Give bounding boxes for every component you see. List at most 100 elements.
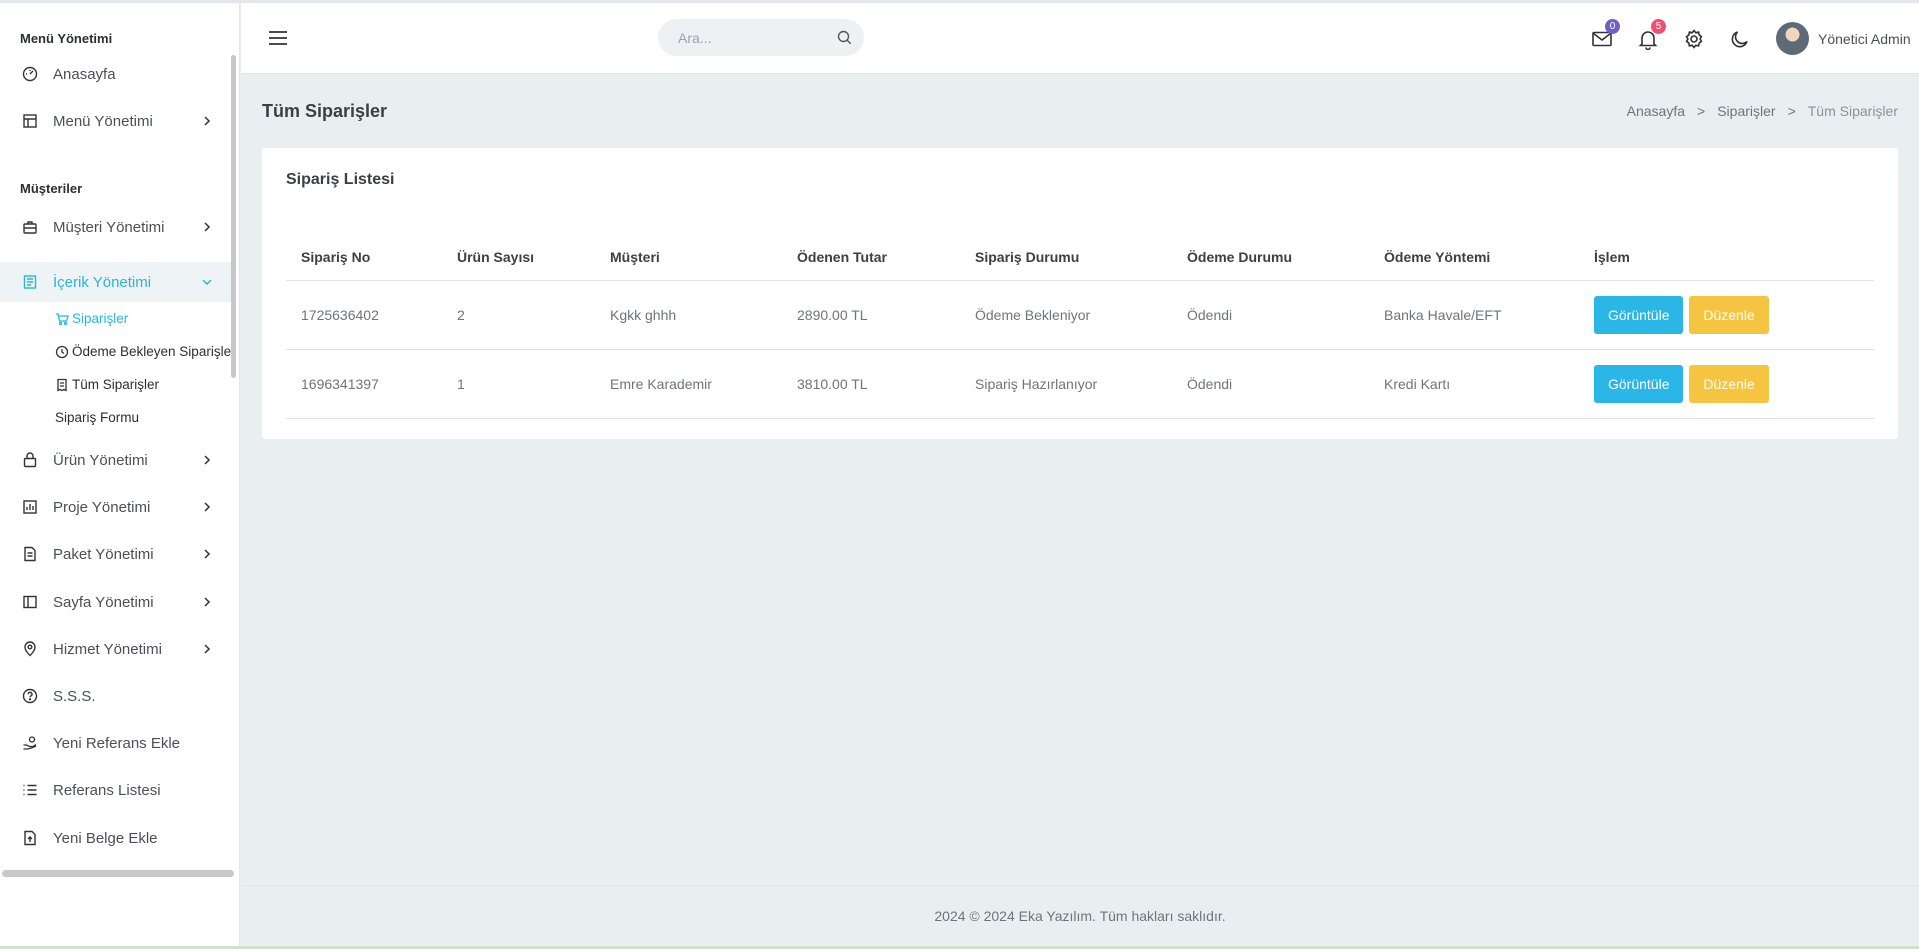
breadcrumb-separator: > [1787, 103, 1796, 119]
clock-icon [55, 345, 69, 359]
notification-badge: 5 [1651, 19, 1666, 34]
chevron-right-icon [204, 549, 211, 559]
sidebar-item-label: Hizmet Yönetimi [53, 640, 162, 658]
sidebar: Menü Yönetimi Anasayfa Menü Yönetimi Müş… [0, 3, 240, 949]
chevron-right-icon [204, 455, 211, 465]
chevron-right-icon [204, 502, 211, 512]
sidebar-item-label: Yeni Referans Ekle [53, 734, 181, 752]
sidebar-subitem-siparis-formu[interactable]: Sipariş Formu [55, 410, 139, 425]
layout-icon [22, 113, 38, 129]
briefcase-icon [22, 219, 38, 235]
cell-order-no: 1696341397 [286, 349, 442, 419]
column-header-payment-method: Ödeme Yöntemi [1369, 235, 1579, 281]
avatar[interactable] [1776, 22, 1809, 55]
edit-button[interactable]: Düzenle [1689, 295, 1769, 334]
sidebar-layout-icon [22, 594, 38, 610]
sidebar-item-label: Anasayfa [53, 65, 116, 83]
column-header-action: İşlem [1579, 235, 1874, 281]
settings-button[interactable] [1683, 28, 1705, 50]
sidebar-horizontal-scrollbar[interactable] [2, 870, 234, 877]
footer: 2024 © 2024 Eka Yazılım. Tüm hakları sak… [241, 885, 1919, 946]
hand-coins-icon [22, 735, 38, 751]
mail-button[interactable]: 0 [1591, 19, 1620, 50]
sidebar-item-yeni-belge-ekle[interactable]: Yeni Belge Ekle [0, 818, 234, 858]
cell-payment-status: Ödendi [1172, 280, 1369, 350]
dark-mode-toggle[interactable] [1729, 28, 1751, 50]
sidebar-item-proje-yonetimi[interactable]: Proje Yönetimi [0, 487, 234, 527]
search-icon[interactable] [837, 30, 852, 45]
sidebar-item-hizmet-yonetimi[interactable]: Hizmet Yönetimi [0, 629, 234, 669]
dashboard-icon [22, 66, 38, 82]
edit-button[interactable]: Düzenle [1689, 364, 1769, 403]
chevron-right-icon [204, 222, 211, 232]
search-box [658, 19, 864, 56]
sidebar-item-musteri-yonetimi[interactable]: Müşteri Yönetimi [0, 207, 234, 247]
sidebar-heading-customers: Müşteriler [20, 181, 83, 196]
sidebar-item-sayfa-yonetimi[interactable]: Sayfa Yönetimi [0, 582, 234, 622]
cell-item-count: 1 [442, 349, 595, 419]
cell-order-status: Ödeme Bekleniyor [960, 280, 1172, 350]
orders-table: Sipariş No Ürün Sayısı Müşteri Ödenen Tu… [286, 235, 1874, 419]
sidebar-subitem-label: Ödeme Bekleyen Siparişler [72, 344, 236, 359]
chevron-down-icon [202, 279, 212, 286]
user-name[interactable]: Yönetici Admin [1818, 31, 1911, 47]
cell-payment-method: Banka Havale/EFT [1369, 280, 1579, 350]
notification-button[interactable]: 5 [1637, 19, 1666, 51]
topbar: 0 5 Yönetici Admin [241, 3, 1919, 74]
chevron-right-icon [204, 597, 211, 607]
chevron-right-icon [204, 116, 211, 126]
table-header-row: Sipariş No Ürün Sayısı Müşteri Ödenen Tu… [286, 235, 1874, 281]
sidebar-item-paket-yonetimi[interactable]: Paket Yönetimi [0, 534, 234, 574]
sidebar-subitem-label: Siparişler [72, 311, 129, 326]
sidebar-item-label: Yeni Belge Ekle [53, 829, 158, 847]
sidebar-item-label: S.S.S. [53, 687, 96, 705]
sidebar-item-icerik-yonetimi[interactable]: İçerik Yönetimi [0, 262, 234, 302]
cart-icon [55, 312, 69, 326]
sidebar-item-menu-yonetimi[interactable]: Menü Yönetimi [0, 101, 234, 141]
sidebar-item-referans-listesi[interactable]: Referans Listesi [0, 770, 234, 810]
sidebar-subitem-label: Tüm Siparişler [72, 377, 160, 392]
page-title: Tüm Siparişler [262, 101, 388, 121]
cell-payment-status: Ödendi [1172, 349, 1369, 419]
sidebar-item-anasayfa[interactable]: Anasayfa [0, 54, 234, 94]
list-icon [22, 782, 38, 798]
sidebar-heading-menu: Menü Yönetimi [20, 31, 113, 46]
sidebar-item-label: Sayfa Yönetimi [53, 593, 154, 611]
column-header-order-no: Sipariş No [286, 235, 442, 281]
view-button[interactable]: Görüntüle [1594, 364, 1684, 403]
receipt-icon [55, 378, 69, 392]
file-upload-icon [22, 830, 38, 846]
breadcrumb-home[interactable]: Anasayfa [1627, 103, 1685, 119]
column-header-amount: Ödenen Tutar [782, 235, 960, 281]
bar-chart-icon [22, 499, 38, 515]
sidebar-item-urun-yonetimi[interactable]: Ürün Yönetimi [0, 440, 234, 480]
cell-actions: Görüntüle Düzenle [1579, 280, 1874, 350]
table-row: 1696341397 1 Emre Karademir 3810.00 TL S… [286, 349, 1874, 419]
sidebar-subitem-siparisler[interactable]: Siparişler [55, 311, 128, 326]
view-button[interactable]: Görüntüle [1594, 295, 1684, 334]
sidebar-item-label: Paket Yönetimi [53, 545, 154, 563]
breadcrumb-current: Tüm Siparişler [1807, 103, 1898, 119]
map-pin-icon [22, 641, 38, 657]
gear-icon [1685, 29, 1703, 49]
sidebar-vertical-scrollbar[interactable] [231, 55, 236, 378]
help-circle-icon [22, 688, 38, 704]
cell-customer: Kgkk ghhh [595, 280, 782, 350]
cell-order-no: 1725636402 [286, 280, 442, 350]
chevron-right-icon [204, 644, 211, 654]
breadcrumb-separator: > [1697, 103, 1706, 119]
sidebar-subitem-tum-siparisler[interactable]: Tüm Siparişler [55, 377, 159, 392]
cell-customer: Emre Karademir [595, 349, 782, 419]
cell-amount: 3810.00 TL [782, 349, 960, 419]
sidebar-subitem-odeme-bekleyen[interactable]: Ödeme Bekleyen Siparişler [55, 344, 236, 359]
card-title: Sipariş Listesi [286, 171, 395, 188]
sidebar-subitem-label: Sipariş Formu [55, 410, 140, 425]
cell-actions: Görüntüle Düzenle [1579, 349, 1874, 419]
sidebar-item-yeni-referans-ekle[interactable]: Yeni Referans Ekle [0, 723, 234, 763]
sidebar-item-label: Ürün Yönetimi [53, 451, 148, 469]
hamburger-menu-icon[interactable] [268, 28, 288, 48]
breadcrumb-orders[interactable]: Siparişler [1717, 103, 1775, 119]
sidebar-item-sss[interactable]: S.S.S. [0, 676, 234, 716]
table-row: 1725636402 2 Kgkk ghhh 2890.00 TL Ödeme … [286, 280, 1874, 350]
search-input[interactable] [678, 19, 838, 56]
